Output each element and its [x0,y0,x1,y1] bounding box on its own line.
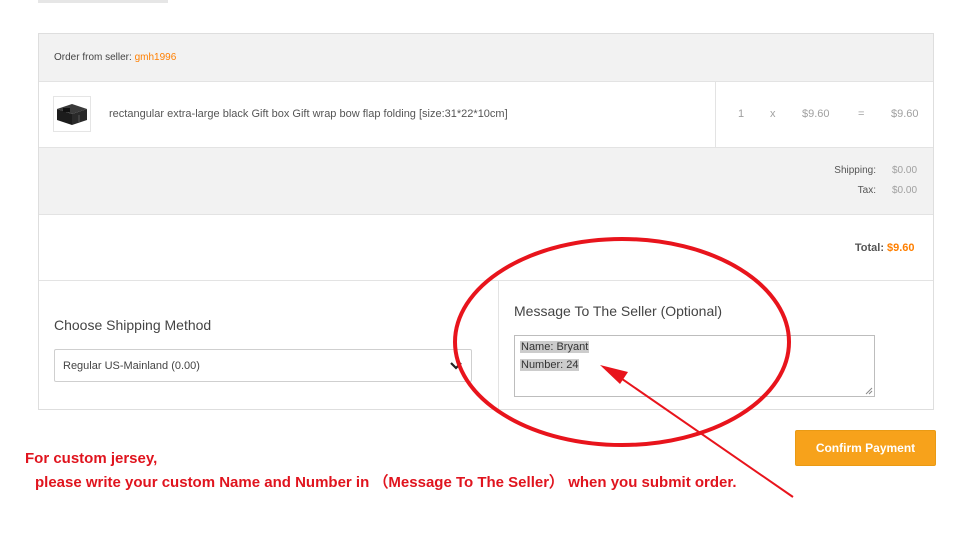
equals-sign: = [858,108,865,120]
custom-jersey-note-line2: please write your custom Name and Number… [35,474,737,491]
seller-label: Order from seller: [54,52,132,63]
price-calculation: 1 x $9.60 = $9.60 [715,82,936,147]
checkout-options: Choose Shipping Method Regular US-Mainla… [39,281,933,411]
message-number-line: Number: 24 [520,359,580,371]
seller-name-link[interactable]: gmh1996 [135,52,177,63]
seller-info: Order from seller: gmh1996 [54,52,176,63]
resize-handle-icon[interactable] [865,387,873,395]
fees-row: Shipping: $0.00 Tax: $0.00 [39,148,933,215]
total-value: $9.60 [887,242,915,254]
shipping-label: Shipping: [834,165,876,176]
shipping-value: $0.00 [892,165,918,176]
total-row: Total: $9.60 [39,215,933,281]
column-divider [498,281,499,409]
times-sign: x [770,108,776,120]
unit-price: $9.60 [802,108,830,120]
line-total: $9.60 [891,108,919,120]
message-name-line: Name: Bryant [520,341,590,353]
confirm-payment-button[interactable]: Confirm Payment [795,430,936,466]
tax-label: Tax: [857,185,876,196]
product-title[interactable]: rectangular extra-large black Gift box G… [109,108,508,120]
total-label: Total: [854,242,884,254]
shipping-method-value: Regular US-Mainland (0.00) [63,360,200,372]
shipping-method-title: Choose Shipping Method [54,317,212,333]
product-thumbnail[interactable] [53,96,91,132]
chevron-down-icon [450,362,462,370]
top-divider [38,0,168,3]
item-quantity: 1 [738,108,745,120]
custom-jersey-note-line1: For custom jersey, [25,450,158,467]
order-item-row: rectangular extra-large black Gift box G… [39,82,933,148]
shipping-method-select[interactable]: Regular US-Mainland (0.00) [54,349,472,382]
message-title: Message To The Seller (Optional) [514,303,723,319]
message-textarea[interactable]: Name: Bryant Number: 24 [514,335,875,397]
order-card: Order from seller: gmh1996 rectangular e… [38,33,934,410]
gift-box-thumbnail [57,104,87,125]
seller-header: Order from seller: gmh1996 [39,34,933,82]
tax-value: $0.00 [892,185,918,196]
